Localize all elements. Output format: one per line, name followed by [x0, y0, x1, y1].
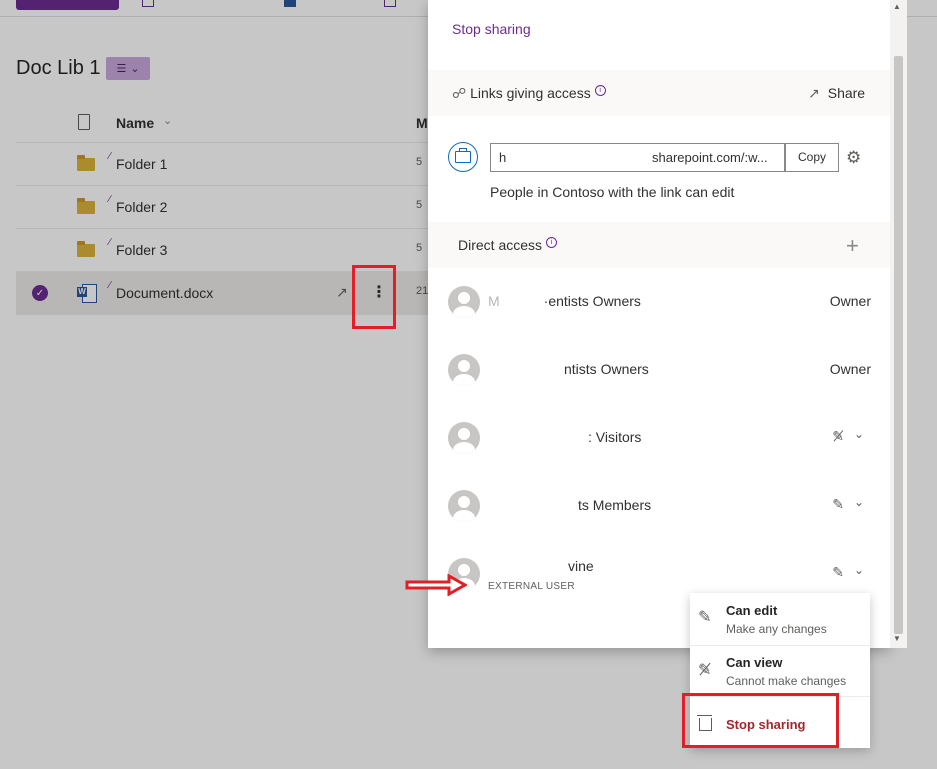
avatar	[448, 354, 480, 386]
link-description: People in Contoso with the link can edit	[490, 184, 735, 200]
direct-access-title: Direct access	[458, 237, 543, 253]
can-edit-description: Make any changes	[726, 622, 827, 636]
can-view-description: Cannot make changes	[726, 674, 847, 688]
link-url-prefix: h	[499, 150, 507, 165]
stop-sharing-link[interactable]: Stop sharing	[452, 21, 531, 37]
no-edit-icon: ✎̸	[698, 662, 712, 679]
external-user-label: EXTERNAL USER	[488, 581, 575, 592]
scrollbar[interactable]: ▲ ▼	[890, 0, 907, 648]
links-section-title: Links giving access	[470, 85, 591, 101]
copy-link-button[interactable]: Copy	[785, 143, 839, 172]
scrollbar-thumb[interactable]	[894, 56, 903, 634]
share-label: Share	[827, 85, 866, 101]
briefcase-icon	[455, 148, 471, 163]
person-name: : Visitors	[588, 429, 642, 445]
links-giving-access-section: ☍ Links giving access i ↗ Share	[428, 70, 890, 116]
person-name: vine	[568, 558, 594, 574]
person-role: Owner	[829, 361, 871, 377]
no-edit-icon[interactable]: ✎̸	[832, 428, 844, 445]
person-role: Owner	[829, 293, 871, 309]
list-item[interactable]: M ·entists Owners Owner	[428, 268, 890, 336]
chevron-down-icon[interactable]: ⌄	[854, 495, 864, 509]
person-name: ·entists Owners	[543, 293, 641, 309]
add-people-button[interactable]: +	[846, 233, 859, 259]
avatar	[448, 490, 480, 522]
person-name: ts Members	[578, 497, 652, 513]
person-name: ntists Owners	[564, 361, 649, 377]
info-icon[interactable]: i	[594, 85, 606, 96]
annotation-arrow-icon	[405, 574, 467, 596]
list-item[interactable]: ts Members ✎ ⌄	[428, 472, 890, 540]
annotation-highlight-box	[352, 265, 396, 329]
menu-item-can-view[interactable]: ✎̸ Can view Cannot make changes	[690, 646, 870, 696]
person-name-fragment: M	[488, 293, 500, 309]
organization-link-icon	[448, 142, 478, 172]
pencil-icon[interactable]: ✎	[832, 496, 844, 513]
link-icon: ☍	[452, 85, 467, 101]
chevron-down-icon[interactable]: ⌄	[854, 427, 864, 441]
can-view-label: Can view	[726, 655, 783, 670]
direct-access-section: Direct access i	[428, 222, 890, 268]
link-url-text: sharepoint.com/:w...	[652, 150, 768, 165]
pencil-icon[interactable]: ✎	[832, 564, 844, 581]
avatar	[448, 422, 480, 454]
manage-access-panel: Stop sharing ☍ Links giving access i ↗ Sha…	[428, 0, 890, 648]
gear-icon[interactable]: ⚙	[846, 148, 861, 168]
share-icon: ↗	[808, 85, 820, 101]
avatar	[448, 286, 480, 318]
scroll-up-icon[interactable]: ▲	[893, 2, 901, 11]
info-icon[interactable]: i	[546, 237, 558, 248]
list-item[interactable]: : Visitors ✎̸ ⌄	[428, 404, 890, 472]
chevron-down-icon[interactable]: ⌄	[854, 563, 864, 577]
scroll-down-icon[interactable]: ▼	[893, 634, 901, 643]
link-url-field[interactable]: h sharepoint.com/:w...	[490, 143, 785, 172]
share-button[interactable]: ↗ Share	[808, 85, 865, 102]
menu-item-can-edit[interactable]: ✎ Can edit Make any changes	[690, 593, 870, 645]
annotation-highlight-box	[682, 693, 839, 748]
list-item[interactable]: ntists Owners Owner	[428, 336, 890, 404]
can-edit-label: Can edit	[726, 603, 778, 618]
pencil-icon: ✎	[698, 609, 712, 626]
